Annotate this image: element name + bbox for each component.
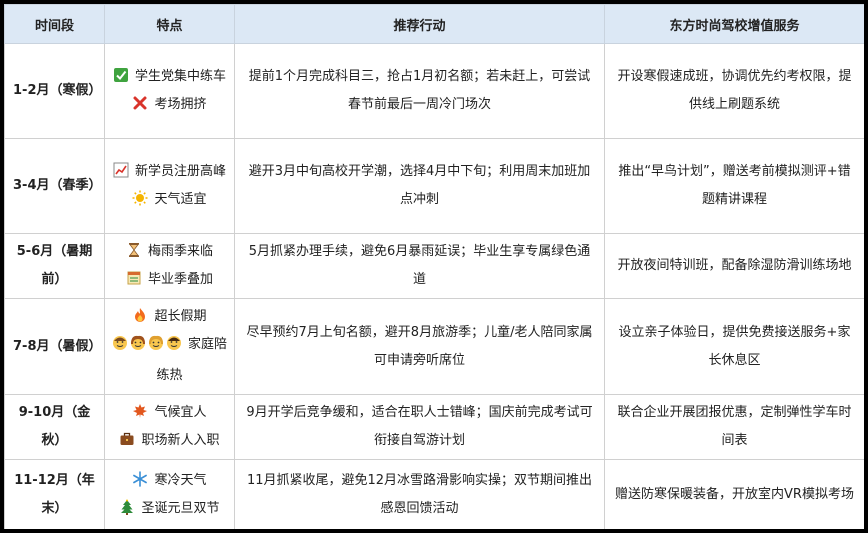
feature-text: 寒冷天气 (154, 472, 207, 488)
table-row: 11-12月（年末） 寒冷天气 圣诞元旦双节 11月抓紧收尾，避免12月冰雪路滑… (4, 459, 864, 529)
period-cell: 9-10月（金秋） (4, 394, 105, 460)
feature-item: 圣诞元旦双节 (111, 495, 228, 523)
feature-item: 职场新人入职 (111, 427, 228, 455)
feature-text: 超长假期 (154, 309, 207, 324)
feature-text: 职场新人入职 (141, 433, 220, 448)
check-box-icon (113, 67, 129, 83)
feature-item: 梅雨季来临 (111, 238, 228, 266)
features-cell: 气候宜人 职场新人入职 (104, 394, 235, 460)
chart-increasing-icon (113, 162, 129, 178)
feature-text: 毕业季叠加 (147, 272, 213, 287)
header-row: 时间段 特点 推荐行动 东方时尚驾校增值服务 (4, 4, 864, 44)
period-cell: 11-12月（年末） (4, 459, 105, 529)
service-cell: 开设寒假速成班，协调优先约考权限，提供线上刷题系统 (604, 43, 864, 139)
service-cell: 设立亲子体验日，提供免费接送服务+家长休息区 (604, 298, 864, 395)
features-cell: 梅雨季来临 毕业季叠加 (104, 233, 235, 299)
features-cell: 超长假期 家庭陪练热 (104, 298, 235, 395)
action-cell: 尽早预约7月上旬名额，避开8月旅游季；儿童/老人陪同家属可申请旁听席位 (234, 298, 605, 395)
snowflake-icon (132, 470, 148, 487)
service-cell: 开放夜间特训班，配备除湿防滑训练场地 (604, 233, 864, 299)
period-cell: 7-8月（暑假） (4, 298, 105, 395)
features-cell: 寒冷天气 圣诞元旦双节 (104, 459, 235, 529)
feature-text: 考场拥挤 (154, 97, 207, 112)
feature-item: 家庭陪练热 (111, 331, 228, 390)
ledger-icon (126, 270, 142, 286)
feature-item: 超长假期 (111, 303, 228, 331)
feature-item: 学生党集中练车 (111, 63, 228, 91)
feature-text: 梅雨季来临 (147, 244, 213, 259)
features-cell: 学生党集中练车 考场拥挤 (104, 43, 235, 139)
table-row: 1-2月（寒假） 学生党集中练车 考场拥挤 提前1个月完成科目三，抢占1月初名额… (4, 43, 864, 139)
feature-item: 考场拥挤 (111, 91, 228, 119)
feature-item: 天气适宜 (111, 186, 228, 214)
schedule-table: 时间段 特点 推荐行动 东方时尚驾校增值服务 1-2月（寒假） 学生党集中练车 (4, 4, 864, 529)
feature-text: 圣诞元旦双节 (141, 500, 220, 516)
hourglass-icon (126, 242, 142, 258)
briefcase-icon (119, 431, 135, 447)
fire-icon (132, 307, 148, 323)
family-faces-icon (112, 334, 184, 362)
feature-item: 气候宜人 (111, 399, 228, 427)
header-period: 时间段 (4, 4, 105, 44)
header-features: 特点 (104, 4, 235, 44)
period-cell: 1-2月（寒假） (4, 43, 105, 139)
maple-leaf-icon (132, 403, 148, 419)
action-cell: 提前1个月完成科目三，抢占1月初名额；若未赶上，可尝试春节前最后一周冷门场次 (234, 43, 605, 139)
feature-text: 新学员注册高峰 (134, 164, 226, 179)
table-row: 3-4月（春季） 新学员注册高峰 天气适宜 避开3月中旬高校开学潮，选择4月中下… (4, 138, 864, 234)
feature-item: 寒冷天气 (111, 467, 228, 495)
service-cell: 联合企业开展团报优惠，定制弹性学车时间表 (604, 394, 864, 460)
features-cell: 新学员注册高峰 天气适宜 (104, 138, 235, 234)
action-cell: 避开3月中旬高校开学潮，选择4月中下旬；利用周末加班加点冲刺 (234, 138, 605, 234)
action-cell: 5月抓紧办理手续，避免6月暴雨延误；毕业生享专属绿色通道 (234, 233, 605, 299)
sun-icon (132, 190, 148, 206)
table-frame: 时间段 特点 推荐行动 东方时尚驾校增值服务 1-2月（寒假） 学生党集中练车 (4, 4, 864, 529)
christmas-tree-icon (119, 499, 135, 515)
action-cell: 11月抓紧收尾，避免12月冰雪路滑影响实操；双节期间推出感恩回馈活动 (234, 459, 605, 529)
feature-text: 天气适宜 (154, 192, 207, 207)
cross-mark-icon (132, 95, 148, 111)
service-cell: 推出“早鸟计划”，赠送考前模拟测评+错题精讲课程 (604, 138, 864, 234)
table-row: 7-8月（暑假） 超长假期 家庭陪练热 尽早预约7月上旬名额，避开8月旅游季；儿… (4, 298, 864, 395)
period-cell: 3-4月（春季） (4, 138, 105, 234)
feature-item: 毕业季叠加 (111, 266, 228, 294)
action-cell: 9月开学后竞争缓和，适合在职人士错峰；国庆前完成考试可衔接自驾游计划 (234, 394, 605, 460)
service-cell: 赠送防寒保暖装备，开放室内VR模拟考场 (604, 459, 864, 529)
header-action: 推荐行动 (234, 4, 605, 44)
table-row: 9-10月（金秋） 气候宜人 职场新人入职 9月开学后竞争缓和，适合在职人士错峰… (4, 394, 864, 460)
header-service: 东方时尚驾校增值服务 (604, 4, 864, 44)
table-row: 5-6月（暑期前） 梅雨季来临 毕业季叠加 5月抓紧办理手续，避免6月暴雨延误；… (4, 233, 864, 299)
feature-text: 学生党集中练车 (134, 69, 226, 84)
feature-item: 新学员注册高峰 (111, 158, 228, 186)
period-cell: 5-6月（暑期前） (4, 233, 105, 299)
feature-text: 气候宜人 (154, 405, 207, 420)
